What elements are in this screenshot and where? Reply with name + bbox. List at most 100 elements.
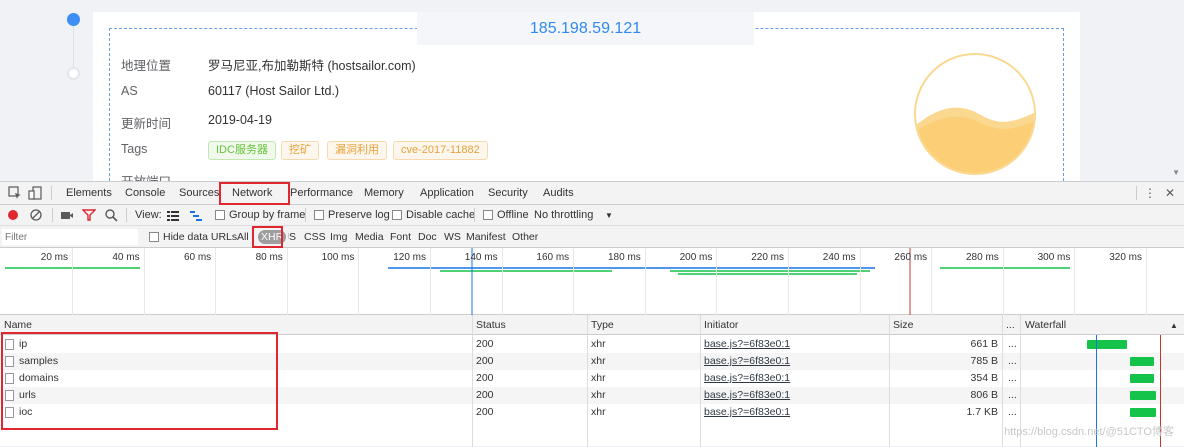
overview-gridline bbox=[716, 248, 718, 315]
request-type: xhr bbox=[591, 406, 606, 418]
tabbar-separator bbox=[51, 186, 52, 200]
request-initiator[interactable]: base.js?=6f83e0:1 bbox=[704, 406, 790, 418]
request-status: 200 bbox=[476, 389, 494, 401]
more-options-icon[interactable]: ⋮ bbox=[1143, 186, 1157, 200]
overview-gridline bbox=[859, 248, 861, 315]
tab-elements[interactable]: Elements bbox=[66, 182, 112, 205]
group-by-frame-checkbox[interactable] bbox=[215, 210, 225, 220]
request-initiator[interactable]: base.js?=6f83e0:1 bbox=[704, 389, 790, 401]
column-divider bbox=[587, 315, 588, 447]
tag-exploit[interactable]: 漏洞利用 bbox=[327, 141, 387, 160]
tab-audits[interactable]: Audits bbox=[543, 182, 574, 205]
as-label: AS bbox=[121, 84, 138, 98]
request-more: ... bbox=[1008, 389, 1017, 401]
request-names-highlight bbox=[1, 332, 278, 430]
network-overview-timeline[interactable]: 20 ms 40 ms 60 ms 80 ms 100 ms 120 ms 140 ms 16… bbox=[0, 248, 1184, 315]
waterfall-bar[interactable] bbox=[1130, 374, 1154, 383]
overview-gridline bbox=[501, 248, 503, 315]
filter-type-manifest[interactable]: Manifest bbox=[466, 231, 506, 243]
toolbar-separator bbox=[52, 208, 53, 222]
column-size[interactable]: Size bbox=[893, 319, 913, 331]
timeline-active-dot bbox=[67, 13, 80, 26]
overview-tick-label: 160 ms bbox=[536, 252, 570, 263]
waterfall-view-icon[interactable] bbox=[189, 208, 203, 222]
column-type[interactable]: Type bbox=[591, 319, 614, 331]
overview-tick-label: 240 ms bbox=[822, 252, 856, 263]
column-status[interactable]: Status bbox=[476, 319, 506, 331]
tab-sources[interactable]: Sources bbox=[179, 182, 219, 205]
clear-icon[interactable] bbox=[29, 208, 43, 222]
filter-type-js[interactable]: JS bbox=[288, 231, 296, 243]
overview-tick-label: 180 ms bbox=[608, 252, 641, 263]
open-ports-label: 开放端口 bbox=[121, 171, 171, 181]
device-toolbar-icon[interactable] bbox=[28, 186, 42, 200]
filter-funnel-icon[interactable] bbox=[81, 208, 97, 222]
location-label: 地理位置 bbox=[121, 59, 172, 73]
waterfall-bar[interactable] bbox=[1130, 357, 1154, 366]
column-initiator[interactable]: Initiator bbox=[704, 319, 738, 331]
sort-ascending-icon[interactable]: ▲ bbox=[1170, 321, 1178, 330]
request-initiator[interactable]: base.js?=6f83e0:1 bbox=[704, 372, 790, 384]
record-icon[interactable] bbox=[6, 208, 20, 222]
waterfall-bar[interactable] bbox=[1130, 408, 1156, 417]
watermark-text: https://blog.csdn.net/@51CTO博客 bbox=[1004, 426, 1174, 438]
preserve-log-checkbox[interactable] bbox=[314, 210, 324, 220]
overview-gridline bbox=[644, 248, 646, 315]
column-more[interactable]: ... bbox=[1006, 319, 1015, 331]
filter-type-other[interactable]: Other bbox=[512, 231, 538, 243]
filter-input[interactable] bbox=[2, 229, 138, 245]
toolbar-separator bbox=[474, 208, 475, 222]
throttling-dropdown-icon[interactable]: ▼ bbox=[605, 211, 613, 220]
overview-gridline bbox=[72, 248, 73, 315]
tab-performance[interactable]: Performance bbox=[290, 182, 353, 205]
throttling-select[interactable]: No throttling bbox=[534, 209, 593, 221]
column-waterfall[interactable]: Waterfall bbox=[1025, 319, 1066, 331]
group-by-frame-label: Group by frame bbox=[229, 209, 306, 221]
column-name[interactable]: Name bbox=[4, 319, 32, 331]
filter-type-css[interactable]: CSS bbox=[304, 231, 326, 243]
disable-cache-checkbox[interactable] bbox=[392, 210, 402, 220]
search-icon[interactable] bbox=[104, 208, 118, 222]
request-more: ... bbox=[1008, 355, 1017, 367]
close-devtools-icon[interactable]: ✕ bbox=[1163, 186, 1177, 200]
filter-type-all[interactable]: All bbox=[237, 231, 249, 243]
waterfall-bar[interactable] bbox=[1130, 391, 1156, 400]
preserve-log-label: Preserve log bbox=[328, 209, 390, 221]
tab-security[interactable]: Security bbox=[488, 182, 528, 205]
request-size: 785 B bbox=[970, 355, 998, 367]
request-status: 200 bbox=[476, 355, 494, 367]
inspect-element-icon[interactable] bbox=[8, 186, 22, 200]
tab-memory[interactable]: Memory bbox=[364, 182, 404, 205]
toolbar-separator bbox=[126, 208, 127, 222]
overview-gridline bbox=[1074, 248, 1076, 315]
filter-type-ws[interactable]: WS bbox=[444, 231, 461, 243]
screenshot-camera-icon[interactable] bbox=[60, 208, 74, 222]
tag-mining[interactable]: 挖矿 bbox=[281, 141, 319, 160]
column-divider bbox=[1002, 315, 1003, 447]
overview-tick-label: 80 ms bbox=[255, 252, 283, 263]
filter-bar: Hide data URLs All XHR JS CSS Img Media … bbox=[0, 226, 1184, 248]
overview-gridline bbox=[430, 248, 431, 315]
overview-tick-label: 260 ms bbox=[894, 252, 928, 263]
tab-application[interactable]: Application bbox=[420, 182, 474, 205]
tag-cve[interactable]: cve-2017-11882 bbox=[393, 141, 488, 160]
request-more: ... bbox=[1008, 372, 1017, 384]
tag-idc[interactable]: IDC服务器 bbox=[208, 141, 276, 160]
request-size: 661 B bbox=[970, 338, 998, 350]
request-type: xhr bbox=[591, 389, 606, 401]
filter-type-media[interactable]: Media bbox=[355, 231, 384, 243]
page-scroll-down-icon[interactable]: ▼ bbox=[1172, 168, 1180, 177]
tab-console[interactable]: Console bbox=[125, 182, 165, 205]
filter-type-font[interactable]: Font bbox=[390, 231, 411, 243]
filter-type-img[interactable]: Img bbox=[330, 231, 348, 243]
overview-tick-label: 280 ms bbox=[966, 252, 999, 263]
offline-checkbox[interactable] bbox=[483, 210, 493, 220]
hide-data-urls-checkbox[interactable] bbox=[149, 232, 159, 242]
waterfall-bar[interactable] bbox=[1087, 340, 1127, 349]
filter-type-doc[interactable]: Doc bbox=[418, 231, 437, 243]
request-initiator[interactable]: base.js?=6f83e0:1 bbox=[704, 355, 790, 367]
overview-tick-label: 60 ms bbox=[183, 252, 212, 263]
request-initiator[interactable]: base.js?=6f83e0:1 bbox=[704, 338, 790, 350]
large-rows-icon[interactable] bbox=[166, 208, 180, 222]
overview-gridline bbox=[286, 248, 288, 315]
